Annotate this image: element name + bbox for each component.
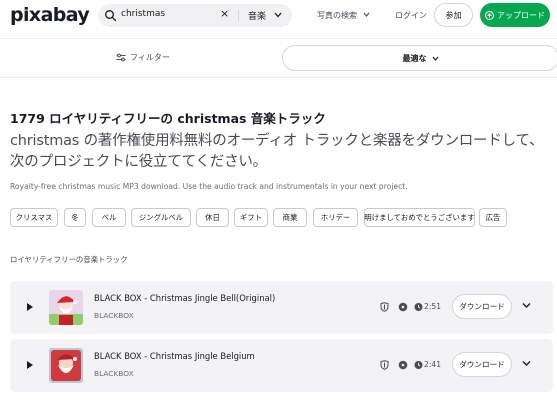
track-row[interactable]: BLACK BOX - Christmas Jingle Belgium BLA…	[10, 339, 553, 392]
tag-chip[interactable]: 休日	[196, 208, 229, 227]
clear-search-icon[interactable]: ×	[220, 7, 229, 20]
chevron-down-icon[interactable]	[363, 12, 370, 17]
play-icon[interactable]	[27, 361, 33, 369]
filter-button[interactable]: フィルター	[116, 52, 170, 63]
track-artist[interactable]: BLACKBOX	[94, 311, 134, 320]
tag-chip[interactable]: 広告	[479, 208, 507, 227]
join-button[interactable]: 参加	[434, 3, 473, 27]
track-duration: 2:51	[424, 302, 442, 311]
tag-chip[interactable]: ベル	[92, 208, 126, 227]
media-type-select[interactable]: 音楽	[248, 9, 266, 22]
clock-icon	[414, 361, 423, 369]
filter-bar: フィルター 最適な	[0, 38, 557, 78]
upload-label: アップロード	[497, 10, 545, 20]
vinyl-disc-icon	[398, 360, 408, 370]
tag-chip[interactable]: ジングルベル	[131, 208, 191, 227]
track-title[interactable]: BLACK BOX - Christmas Jingle Belgium	[94, 351, 255, 361]
tag-chip[interactable]: クリスマス	[10, 208, 58, 227]
upload-icon	[485, 10, 494, 20]
sort-label: 最適な	[402, 53, 427, 63]
clock-icon	[414, 303, 423, 311]
section-label: ロイヤリティフリーの音楽トラック	[10, 255, 128, 264]
page-title: 1779 ロイヤリティフリーの christmas 音楽トラック	[10, 111, 326, 126]
page-subtitle: christmas の著作権使用料無料のオーディオ トラックと楽器をダウンロード…	[10, 133, 544, 170]
sort-dropdown[interactable]: 最適な	[282, 45, 557, 71]
chevron-down-icon[interactable]	[522, 360, 531, 367]
download-button[interactable]: ダウンロード	[452, 352, 512, 377]
download-button[interactable]: ダウンロード	[452, 294, 512, 319]
tag-chip[interactable]: ギフト	[234, 208, 268, 227]
track-cover-art	[49, 348, 83, 383]
track-cover-art	[49, 290, 83, 325]
explore-photos-menu[interactable]: 写真の検索	[317, 10, 357, 21]
play-icon[interactable]	[27, 303, 33, 311]
track-duration: 2:41	[424, 360, 442, 369]
track-title[interactable]: BLACK BOX - Christmas Jingle Bell(Origin…	[94, 293, 275, 303]
tag-chip[interactable]: 商業	[273, 208, 307, 227]
content-id-shield-icon	[380, 302, 389, 312]
track-artist[interactable]: BLACKBOX	[94, 369, 134, 378]
content-id-shield-icon	[380, 360, 389, 370]
search-divider	[238, 10, 239, 21]
filter-label: フィルター	[130, 53, 170, 62]
tag-chip[interactable]: ホリデー	[313, 208, 358, 227]
login-link[interactable]: ログイン	[395, 10, 427, 21]
vinyl-disc-icon	[398, 302, 408, 312]
upload-button[interactable]: アップロード	[480, 3, 550, 27]
chevron-down-icon[interactable]	[522, 302, 531, 309]
tag-chip[interactable]: 明けましておめでとうございます	[364, 208, 475, 227]
chevron-down-icon[interactable]	[274, 12, 282, 18]
tag-chip[interactable]: 冬	[64, 208, 86, 227]
pixabay-logo[interactable]: pixabay	[10, 4, 90, 26]
search-icon	[105, 10, 117, 22]
chevron-down-icon	[432, 56, 438, 61]
page-description: Royalty-free christmas music MP3 downloa…	[10, 182, 408, 191]
filter-sliders-icon	[116, 53, 126, 62]
search-input[interactable]: christmas	[121, 9, 165, 19]
search-bar[interactable]: christmas × 音楽	[98, 4, 292, 27]
top-header: pixabay christmas × 音楽 写真の検索 ログイン 参加 アップ…	[0, 0, 557, 34]
track-row[interactable]: BLACK BOX - Christmas Jingle Bell(Origin…	[10, 281, 553, 334]
